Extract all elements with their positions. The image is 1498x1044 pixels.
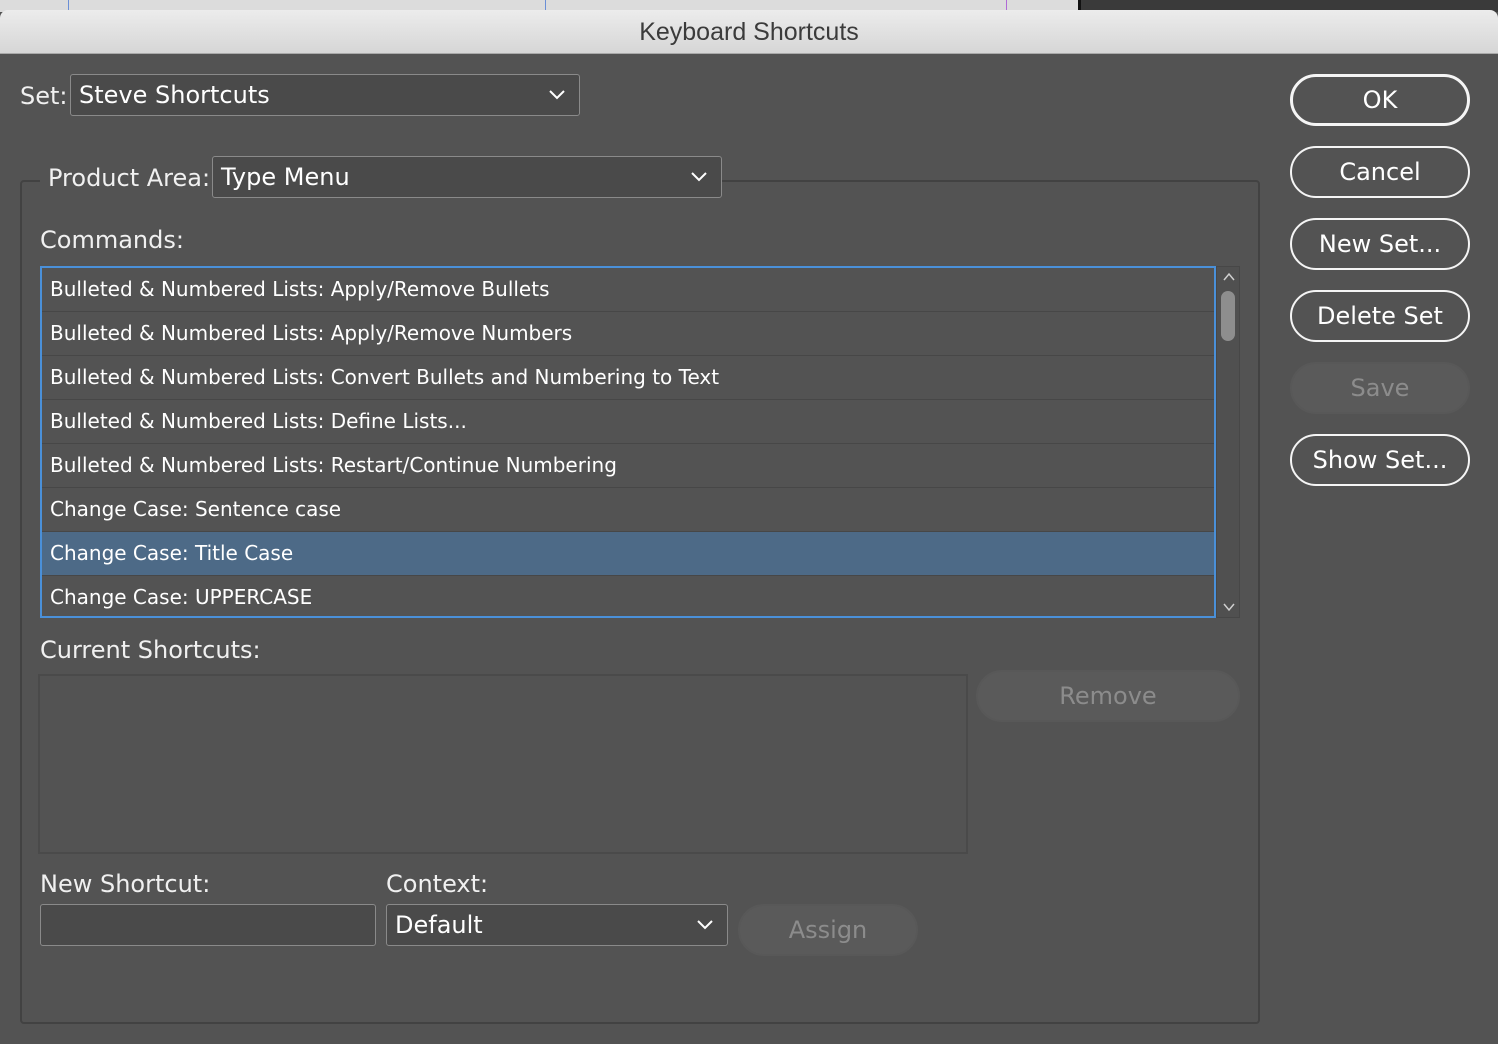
current-shortcuts-list[interactable] xyxy=(38,674,968,854)
cancel-button[interactable]: Cancel xyxy=(1290,146,1470,198)
title-bar: Keyboard Shortcuts xyxy=(0,10,1498,54)
commands-scrollbar[interactable] xyxy=(1216,266,1240,618)
command-name: Bulleted & Numbered Lists: Restart/Conti… xyxy=(50,453,617,477)
command-name: Bulleted & Numbered Lists: Convert Bulle… xyxy=(50,365,720,389)
list-item[interactable]: Change Case: UPPERCASE xyxy=(42,576,1214,616)
commands-list[interactable]: Bulleted & Numbered Lists: Apply/Remove … xyxy=(40,266,1216,618)
show-set-button[interactable]: Show Set... xyxy=(1290,434,1470,486)
keyboard-shortcuts-dialog: Set: Steve Shortcuts Product Area: Type … xyxy=(0,54,1498,1044)
context-label: Context: xyxy=(386,870,489,898)
context-dropdown-value: Default xyxy=(395,911,483,939)
product-area-label: Product Area: xyxy=(40,164,219,192)
list-item[interactable]: Bulleted & Numbered Lists: Apply/Remove … xyxy=(42,268,1214,312)
command-name: Change Case: Title Case xyxy=(50,541,294,565)
command-name: Bulleted & Numbered Lists: Apply/Remove … xyxy=(50,277,550,301)
scrollbar-thumb[interactable] xyxy=(1221,291,1235,341)
list-item-selected[interactable]: Change Case: Title Case xyxy=(42,532,1214,576)
window-title: Keyboard Shortcuts xyxy=(639,18,859,46)
command-name: Bulleted & Numbered Lists: Apply/Remove … xyxy=(50,321,573,345)
delete-set-button[interactable]: Delete Set xyxy=(1290,290,1470,342)
list-item[interactable]: Bulleted & Numbered Lists: Convert Bulle… xyxy=(42,356,1214,400)
chevron-down-icon xyxy=(691,172,707,182)
new-shortcut-field[interactable] xyxy=(40,904,376,946)
set-dropdown[interactable]: Steve Shortcuts xyxy=(70,74,580,116)
ok-button[interactable]: OK xyxy=(1290,74,1470,126)
set-dropdown-value: Steve Shortcuts xyxy=(79,81,270,109)
list-item[interactable]: Bulleted & Numbered Lists: Restart/Conti… xyxy=(42,444,1214,488)
chevron-up-icon[interactable] xyxy=(1221,269,1237,285)
remove-button[interactable]: Remove xyxy=(976,670,1240,722)
new-set-button[interactable]: New Set... xyxy=(1290,218,1470,270)
commands-label: Commands: xyxy=(40,226,184,254)
list-item[interactable]: Change Case: Sentence case xyxy=(42,488,1214,532)
list-item[interactable]: Bulleted & Numbered Lists: Define Lists.… xyxy=(42,400,1214,444)
context-dropdown[interactable]: Default xyxy=(386,904,728,946)
chevron-down-icon[interactable] xyxy=(1221,599,1237,615)
new-shortcut-label: New Shortcut: xyxy=(40,870,211,898)
assign-button[interactable]: Assign xyxy=(738,904,918,956)
chevron-down-icon xyxy=(549,90,565,100)
save-button[interactable]: Save xyxy=(1290,362,1470,414)
set-label: Set: xyxy=(20,82,68,110)
product-area-dropdown[interactable]: Type Menu xyxy=(212,156,722,198)
list-item[interactable]: Bulleted & Numbered Lists: Apply/Remove … xyxy=(42,312,1214,356)
current-shortcuts-label: Current Shortcuts: xyxy=(40,636,261,664)
command-name: Change Case: UPPERCASE xyxy=(50,585,313,609)
command-name: Bulleted & Numbered Lists: Define Lists.… xyxy=(50,409,467,433)
chevron-down-icon xyxy=(697,920,713,930)
command-name: Change Case: Sentence case xyxy=(50,497,342,521)
product-area-dropdown-value: Type Menu xyxy=(221,163,350,191)
